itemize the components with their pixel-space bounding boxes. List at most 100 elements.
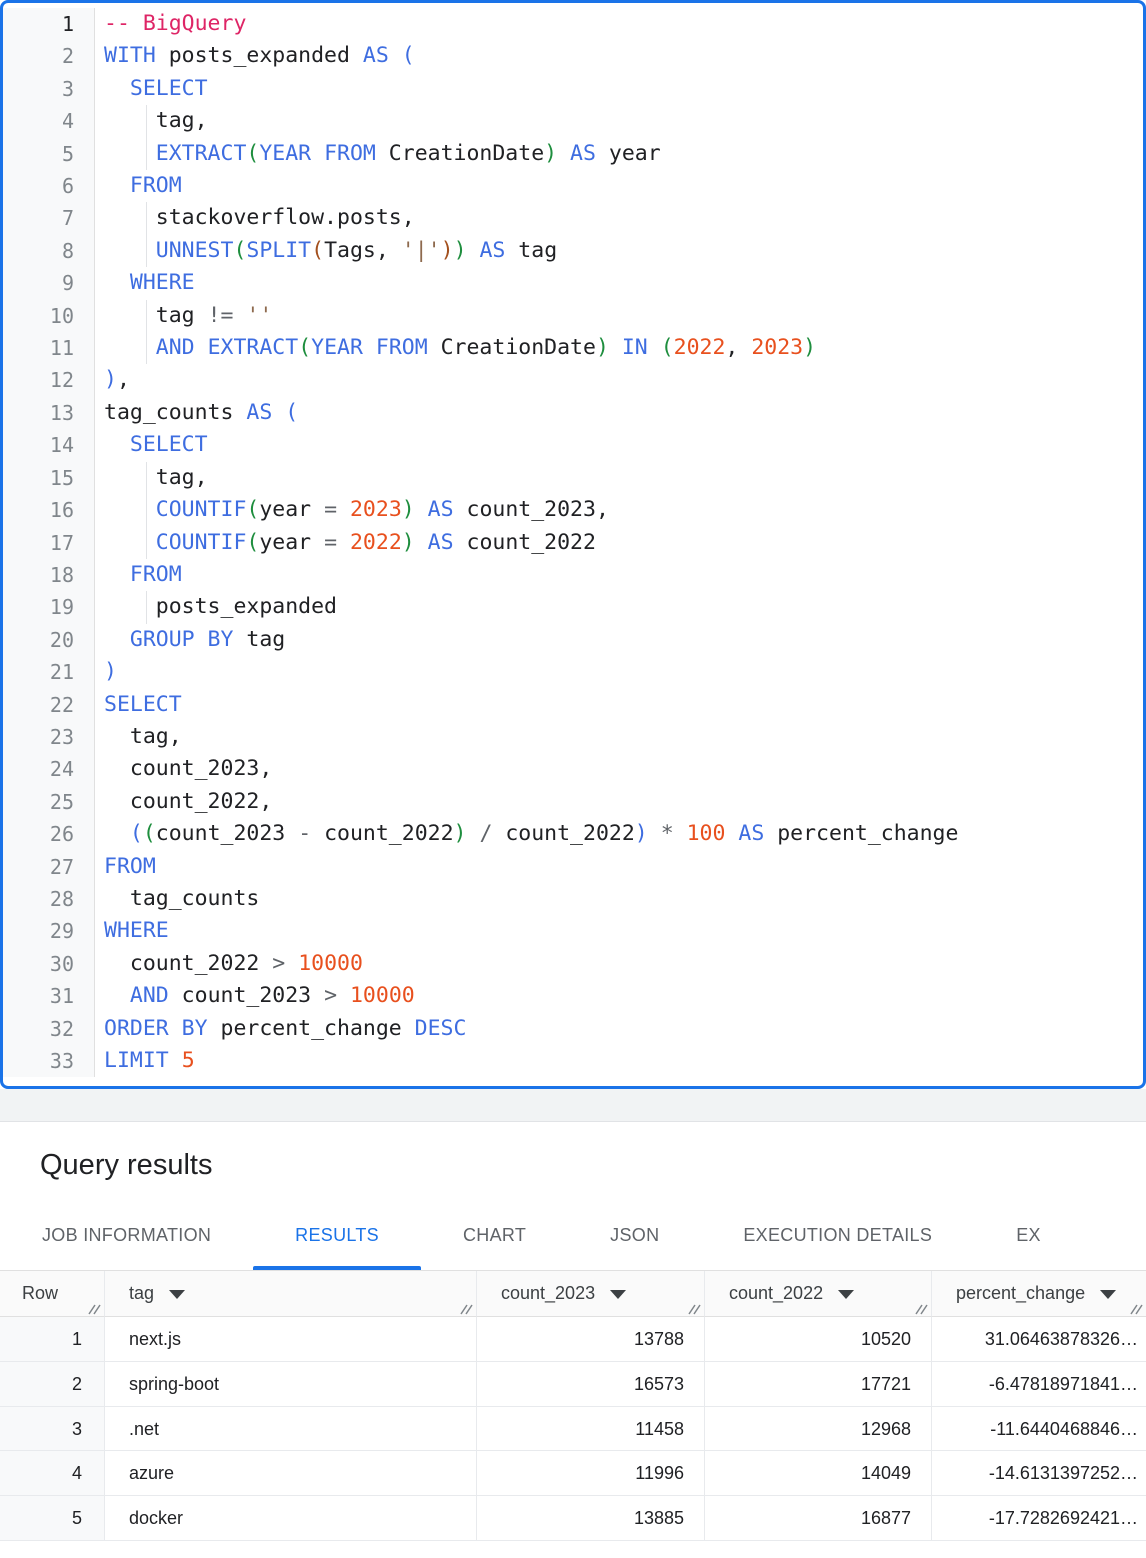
token-k: COUNTIF xyxy=(156,530,247,555)
code-line[interactable]: 32ORDER BY percent_change DESC xyxy=(3,1013,1143,1045)
code-line[interactable]: 2WITH posts_expanded AS ( xyxy=(3,40,1143,72)
code-line[interactable]: 7 stackoverflow.posts, xyxy=(3,202,1143,234)
token-t xyxy=(104,270,130,295)
code-line[interactable]: 11 AND EXTRACT(YEAR FROM CreationDate) I… xyxy=(3,332,1143,364)
column-label: count_2022 xyxy=(729,1283,823,1304)
code-line[interactable]: 25 count_2022, xyxy=(3,786,1143,818)
code-line[interactable]: 26 ((count_2023 - count_2022) / count_20… xyxy=(3,818,1143,850)
column-header-count_2023[interactable]: count_2023 xyxy=(477,1271,705,1317)
token-k: AS xyxy=(479,238,505,263)
code-line[interactable]: 16 COUNTIF(year = 2023) AS count_2023, xyxy=(3,494,1143,526)
code-line[interactable]: 13tag_counts AS ( xyxy=(3,397,1143,429)
tab-results[interactable]: RESULTS xyxy=(253,1201,421,1270)
line-number: 15 xyxy=(3,462,95,494)
code-line[interactable]: 1-- BigQuery xyxy=(3,8,1143,40)
tab-execution-details[interactable]: EXECUTION DETAILS xyxy=(701,1201,974,1270)
cell-tag: azure xyxy=(105,1451,477,1496)
code-line[interactable]: 14 SELECT xyxy=(3,429,1143,461)
code-line[interactable]: 8 UNNEST(SPLIT(Tags, '|')) AS tag xyxy=(3,235,1143,267)
column-resize-handle-icon[interactable] xyxy=(914,1301,929,1315)
indent-guide xyxy=(146,138,147,170)
token-k: FROM xyxy=(376,335,428,360)
column-header-percent_change[interactable]: percent_change xyxy=(932,1271,1146,1317)
code-line-content: COUNTIF(year = 2023) AS count_2023, xyxy=(95,494,1143,526)
tab-label: CHART xyxy=(463,1225,526,1246)
token-p2: ) xyxy=(596,335,609,360)
token-p2: ( xyxy=(298,335,311,360)
token-t xyxy=(415,530,428,555)
token-p3: ) xyxy=(441,238,454,263)
tab-job-information[interactable]: JOB INFORMATION xyxy=(0,1201,253,1270)
tab-json[interactable]: JSON xyxy=(568,1201,701,1270)
code-line[interactable]: 5 EXTRACT(YEAR FROM CreationDate) AS yea… xyxy=(3,138,1143,170)
code-line[interactable]: 29WHERE xyxy=(3,915,1143,947)
token-t xyxy=(648,821,661,846)
code-line[interactable]: 33LIMIT 5 xyxy=(3,1045,1143,1077)
column-resize-handle-icon[interactable] xyxy=(687,1301,702,1315)
column-resize-handle-icon[interactable] xyxy=(459,1301,474,1315)
code-line[interactable]: 31 AND count_2023 > 10000 xyxy=(3,980,1143,1012)
code-line[interactable]: 19 posts_expanded xyxy=(3,591,1143,623)
code-line[interactable]: 23 tag, xyxy=(3,721,1143,753)
code-line-content: tag, xyxy=(95,721,1143,753)
sort-arrow-icon[interactable] xyxy=(169,1290,185,1299)
code-line[interactable]: 24 count_2023, xyxy=(3,753,1143,785)
sql-editor[interactable]: 1-- BigQuery2WITH posts_expanded AS (3 S… xyxy=(0,0,1146,1089)
token-k: YEAR xyxy=(259,141,311,166)
token-t xyxy=(104,627,130,652)
token-p2: ( xyxy=(246,530,259,555)
token-p2: ( xyxy=(233,238,246,263)
line-number: 28 xyxy=(3,883,95,915)
tab-ex[interactable]: EX xyxy=(974,1201,1083,1270)
line-number: 4 xyxy=(3,105,95,137)
code-area[interactable]: 1-- BigQuery2WITH posts_expanded AS (3 S… xyxy=(3,3,1143,1077)
token-t xyxy=(104,76,130,101)
code-line[interactable]: 3 SELECT xyxy=(3,73,1143,105)
line-number: 21 xyxy=(3,656,95,688)
line-number: 27 xyxy=(3,851,95,883)
code-line[interactable]: 10 tag != '' xyxy=(3,300,1143,332)
line-number: 29 xyxy=(3,915,95,947)
code-line-content: WITH posts_expanded AS ( xyxy=(95,40,1143,72)
code-line[interactable]: 18 FROM xyxy=(3,559,1143,591)
code-line[interactable]: 21) xyxy=(3,656,1143,688)
token-t xyxy=(195,335,208,360)
code-line-content: count_2023, xyxy=(95,753,1143,785)
token-k: AS xyxy=(738,821,764,846)
sort-arrow-icon[interactable] xyxy=(610,1290,626,1299)
row-number-cell: 3 xyxy=(0,1407,105,1452)
code-line[interactable]: 20 GROUP BY tag xyxy=(3,624,1143,656)
column-resize-handle-icon[interactable] xyxy=(87,1301,102,1315)
token-k: COUNTIF xyxy=(156,497,247,522)
code-line[interactable]: 28 tag_counts xyxy=(3,883,1143,915)
column-header-tag[interactable]: tag xyxy=(105,1271,477,1317)
tab-chart[interactable]: CHART xyxy=(421,1201,568,1270)
cell-percent_change: -11.6440468846… xyxy=(932,1407,1146,1452)
code-line[interactable]: 30 count_2022 > 10000 xyxy=(3,948,1143,980)
code-line[interactable]: 27FROM xyxy=(3,851,1143,883)
tab-label: JOB INFORMATION xyxy=(42,1225,211,1246)
code-line-content: FROM xyxy=(95,170,1143,202)
code-line[interactable]: 4 tag, xyxy=(3,105,1143,137)
code-line-content: tag_counts xyxy=(95,883,1143,915)
code-line[interactable]: 17 COUNTIF(year = 2022) AS count_2022 xyxy=(3,527,1143,559)
sort-arrow-icon[interactable] xyxy=(838,1290,854,1299)
token-t xyxy=(104,335,156,360)
token-k: FROM xyxy=(324,141,376,166)
token-n: 100 xyxy=(687,821,726,846)
code-line[interactable]: 22SELECT xyxy=(3,689,1143,721)
column-label: count_2023 xyxy=(501,1283,595,1304)
token-p3: ( xyxy=(311,238,324,263)
code-line[interactable]: 15 tag, xyxy=(3,462,1143,494)
code-line-content: ((count_2023 - count_2022) / count_2022)… xyxy=(95,818,1143,850)
line-number: 20 xyxy=(3,624,95,656)
code-line[interactable]: 9 WHERE xyxy=(3,267,1143,299)
code-line-content: ) xyxy=(95,656,1143,688)
code-line[interactable]: 6 FROM xyxy=(3,170,1143,202)
column-resize-handle-icon[interactable] xyxy=(1129,1301,1144,1315)
code-line[interactable]: 12), xyxy=(3,364,1143,396)
sort-arrow-icon[interactable] xyxy=(1100,1290,1116,1299)
line-number: 8 xyxy=(3,235,95,267)
column-header-count_2022[interactable]: count_2022 xyxy=(705,1271,932,1317)
column-header-row[interactable]: Row xyxy=(0,1271,105,1317)
